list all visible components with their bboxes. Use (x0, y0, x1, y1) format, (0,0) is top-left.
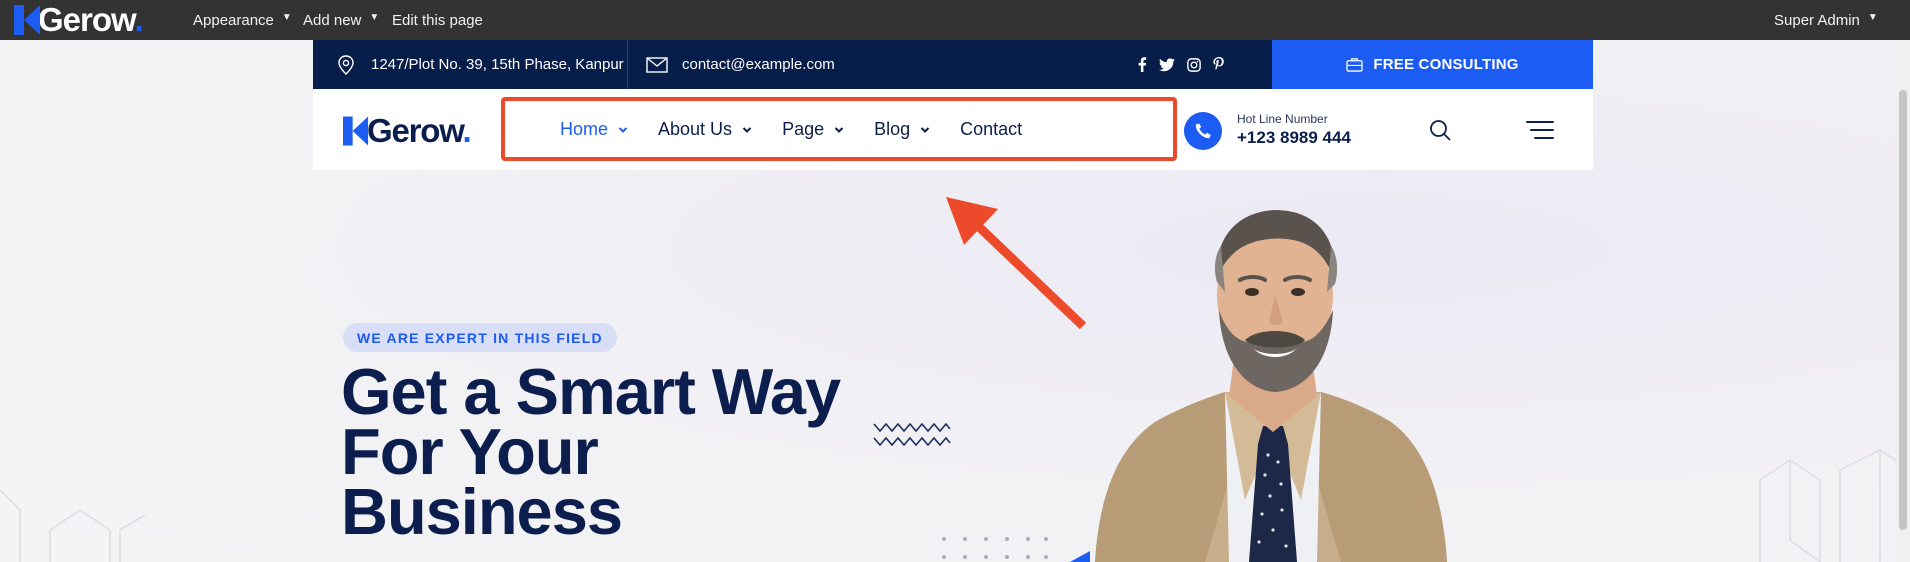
hotline-phone-button[interactable] (1184, 112, 1222, 150)
admin-menu-edit-page[interactable]: Edit this page (392, 0, 483, 40)
hero-title-line: Get a Smart Way (341, 355, 841, 428)
site-logo[interactable]: Gerow. (343, 112, 472, 149)
scrollbar-thumb[interactable] (1899, 90, 1907, 530)
instagram-icon[interactable] (1187, 57, 1201, 72)
social-links (1137, 40, 1225, 89)
location-pin-icon (338, 54, 354, 75)
admin-bar: Gerow. Appearance ▼ Add new ▼ Edit this … (0, 0, 1910, 40)
envelope-icon (646, 56, 668, 73)
gerow-logo-mark-icon (14, 5, 40, 35)
hamburger-menu-icon[interactable] (1526, 120, 1554, 140)
twitter-icon[interactable] (1159, 57, 1175, 72)
facebook-icon[interactable] (1137, 57, 1147, 72)
annotation-arrow-icon (946, 197, 1087, 330)
admin-user-name: Super Admin (1774, 11, 1860, 29)
site-logo-text: Gerow. (367, 112, 472, 149)
businessman-photo (1095, 210, 1447, 562)
hero-title-line: Business (341, 475, 623, 548)
admin-logo-text: Gerow. (38, 1, 144, 38)
hero-title: Get a Smart Way For Your Business (341, 355, 901, 548)
caret-down-icon: ▼ (369, 11, 380, 23)
admin-menu-appearance[interactable]: Appearance ▼ (193, 0, 292, 40)
gerow-logo-mark-icon (343, 116, 369, 146)
phone-icon (1195, 123, 1211, 139)
address-text: 1247/Plot No. 39, 15th Phase, Kanpur (371, 56, 624, 73)
background-pattern-left (0, 489, 146, 562)
hotline-number[interactable]: +123 8989 444 (1237, 128, 1351, 148)
hotline-label: Hot Line Number (1237, 112, 1328, 126)
menu-highlight-annotation (501, 97, 1177, 161)
admin-menu-add-new-label: Add new (303, 11, 362, 29)
admin-user-menu[interactable]: Super Admin ▼ (1774, 0, 1878, 40)
dot-grid-decoration-icon (942, 537, 1048, 559)
hero-title-line: For Your (341, 415, 599, 488)
email-text: contact@example.com (682, 56, 835, 73)
pinterest-icon[interactable] (1213, 57, 1225, 72)
caret-down-icon: ▼ (1867, 11, 1878, 23)
admin-logo[interactable]: Gerow. (14, 1, 144, 38)
vertical-scrollbar[interactable] (1896, 40, 1910, 562)
caret-down-icon: ▼ (281, 11, 292, 23)
header-topbar: 1247/Plot No. 39, 15th Phase, Kanpur con… (313, 40, 1593, 89)
admin-menu-appearance-label: Appearance (193, 11, 274, 29)
topbar-address: 1247/Plot No. 39, 15th Phase, Kanpur (337, 40, 624, 89)
admin-menu-add-new[interactable]: Add new ▼ (303, 0, 379, 40)
briefcase-icon (1346, 58, 1364, 72)
hero-badge: WE ARE EXPERT IN THIS FIELD (343, 323, 617, 352)
topbar-divider (627, 40, 628, 89)
topbar-email[interactable]: contact@example.com (646, 40, 835, 89)
free-consulting-button[interactable]: FREE CONSULTING (1272, 40, 1593, 89)
background-pattern-right (1759, 449, 1910, 562)
admin-menu-edit-page-label: Edit this page (392, 11, 483, 29)
free-consulting-label: FREE CONSULTING (1373, 56, 1519, 73)
zigzag-decoration-icon (873, 422, 951, 447)
search-icon[interactable] (1429, 119, 1451, 141)
